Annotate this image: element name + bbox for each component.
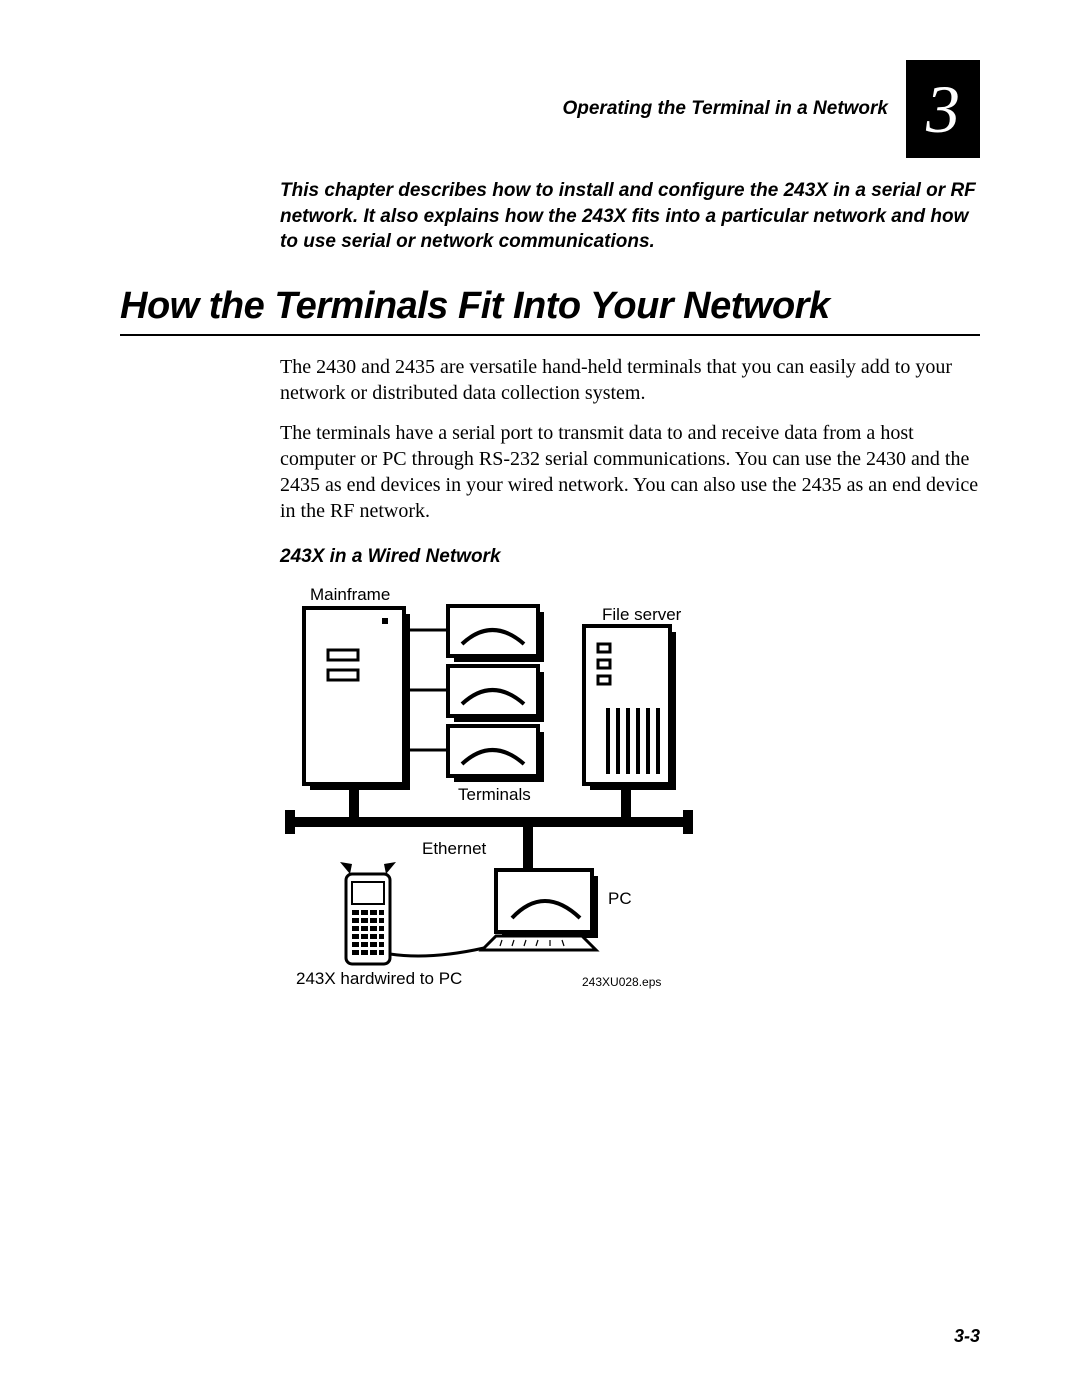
label-pc: PC: [608, 889, 632, 908]
handheld-icon: [340, 862, 396, 964]
terminal-icons: [448, 606, 544, 782]
label-terminals: Terminals: [458, 785, 531, 804]
diagram-svg: Mainframe File server: [280, 578, 820, 1038]
body-text: The 2430 and 2435 are versatile hand-hel…: [280, 354, 980, 524]
page-number: 3-3: [954, 1326, 980, 1347]
body-paragraph-2: The terminals have a serial port to tran…: [280, 420, 980, 524]
label-handheld: 243X hardwired to PC: [296, 969, 462, 988]
running-title: Operating the Terminal in a Network: [562, 98, 888, 120]
section-heading: How the Terminals Fit Into Your Network: [120, 285, 980, 328]
label-eps: 243XU028.eps: [582, 975, 661, 989]
diagram-title: 243X in a Wired Network: [280, 546, 980, 568]
chapter-intro: This chapter describes how to install an…: [280, 178, 980, 255]
network-diagram: Mainframe File server: [280, 578, 980, 1038]
label-mainframe: Mainframe: [310, 585, 390, 604]
label-ethernet: Ethernet: [422, 839, 487, 858]
body-paragraph-1: The 2430 and 2435 are versatile hand-hel…: [280, 354, 980, 406]
page-header: Operating the Terminal in a Network 3: [120, 60, 980, 158]
section-rule: [120, 334, 980, 336]
chapter-number-box: 3: [906, 60, 980, 158]
page: Operating the Terminal in a Network 3 Th…: [0, 0, 1080, 1397]
label-file-server: File server: [602, 605, 682, 624]
chapter-number: 3: [926, 75, 960, 143]
